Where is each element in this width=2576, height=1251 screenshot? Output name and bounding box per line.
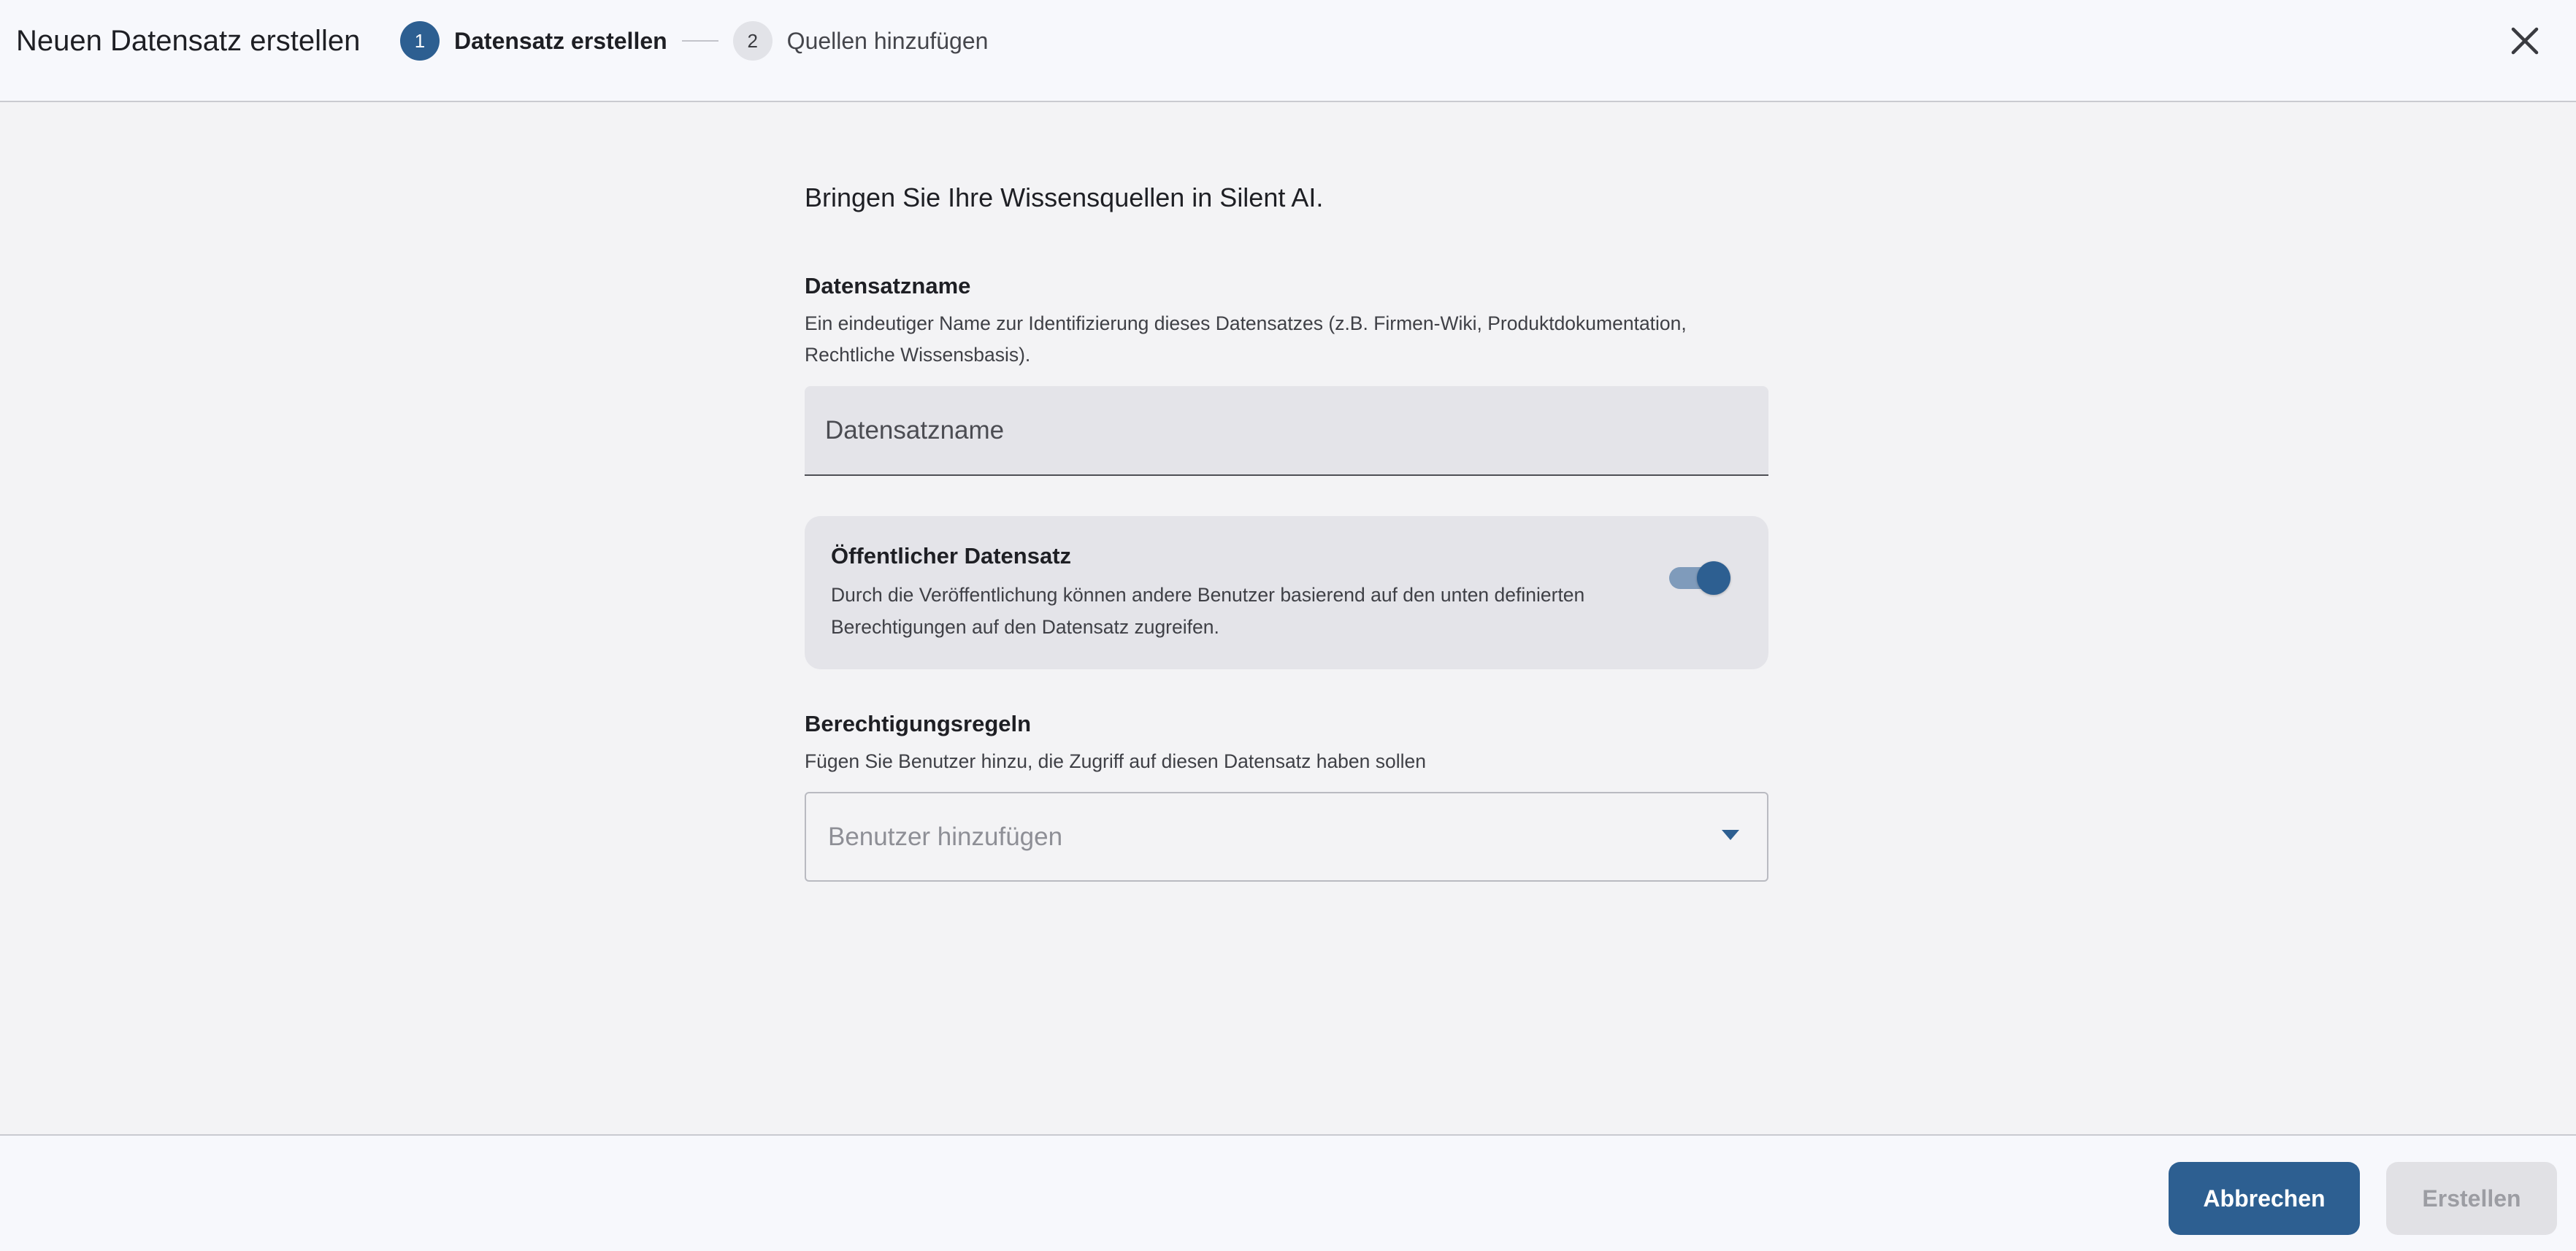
step-1-label: Datensatz erstellen bbox=[454, 27, 667, 54]
form-intro: Bringen Sie Ihre Wissensquellen in Silen… bbox=[805, 182, 1324, 212]
dialog-header: Neuen Datensatz erstellen 1 Datensatz er… bbox=[0, 0, 2576, 102]
add-user-select[interactable]: Benutzer hinzufügen bbox=[805, 792, 1768, 882]
step-2-label: Quellen hinzufügen bbox=[786, 27, 989, 54]
public-dataset-toggle[interactable] bbox=[1669, 557, 1732, 598]
step-1-number: 1 bbox=[400, 21, 440, 61]
permissions-section-title: Berechtigungsregeln bbox=[805, 711, 1032, 736]
public-dataset-description: Durch die Veröffentlichung können andere… bbox=[831, 584, 1585, 638]
permissions-section-description: Fügen Sie Benutzer hinzu, die Zugriff au… bbox=[805, 750, 1427, 772]
close-button[interactable] bbox=[2500, 16, 2550, 66]
dataset-name-field[interactable] bbox=[805, 386, 1768, 476]
public-dataset-card: Öffentlicher Datensatz Durch die Veröffe… bbox=[805, 516, 1768, 669]
public-dataset-title: Öffentlicher Datensatz bbox=[831, 543, 1072, 569]
dialog-title: Neuen Datensatz erstellen bbox=[16, 24, 361, 57]
dataset-name-input[interactable] bbox=[824, 415, 1732, 446]
cancel-button[interactable]: Abbrechen bbox=[2169, 1162, 2360, 1235]
name-section-description: Ein eindeutiger Name zur Identifizierung… bbox=[805, 312, 1687, 366]
add-user-placeholder: Benutzer hinzufügen bbox=[828, 822, 1063, 851]
step-2-number: 2 bbox=[732, 21, 773, 61]
stepper: 1 Datensatz erstellen 2 Quellen hinzufüg… bbox=[400, 21, 988, 61]
name-section-title: Datensatzname bbox=[805, 273, 971, 299]
caret-down-icon bbox=[1722, 830, 1739, 840]
step-connector bbox=[681, 40, 718, 42]
create-button[interactable]: Erstellen bbox=[2386, 1162, 2557, 1235]
toggle-thumb bbox=[1697, 561, 1730, 595]
step-2[interactable]: 2 Quellen hinzufügen bbox=[732, 21, 989, 61]
step-1[interactable]: 1 Datensatz erstellen bbox=[400, 21, 667, 61]
close-icon bbox=[2511, 27, 2539, 55]
dialog-footer: Abbrechen Erstellen bbox=[0, 1134, 2576, 1251]
